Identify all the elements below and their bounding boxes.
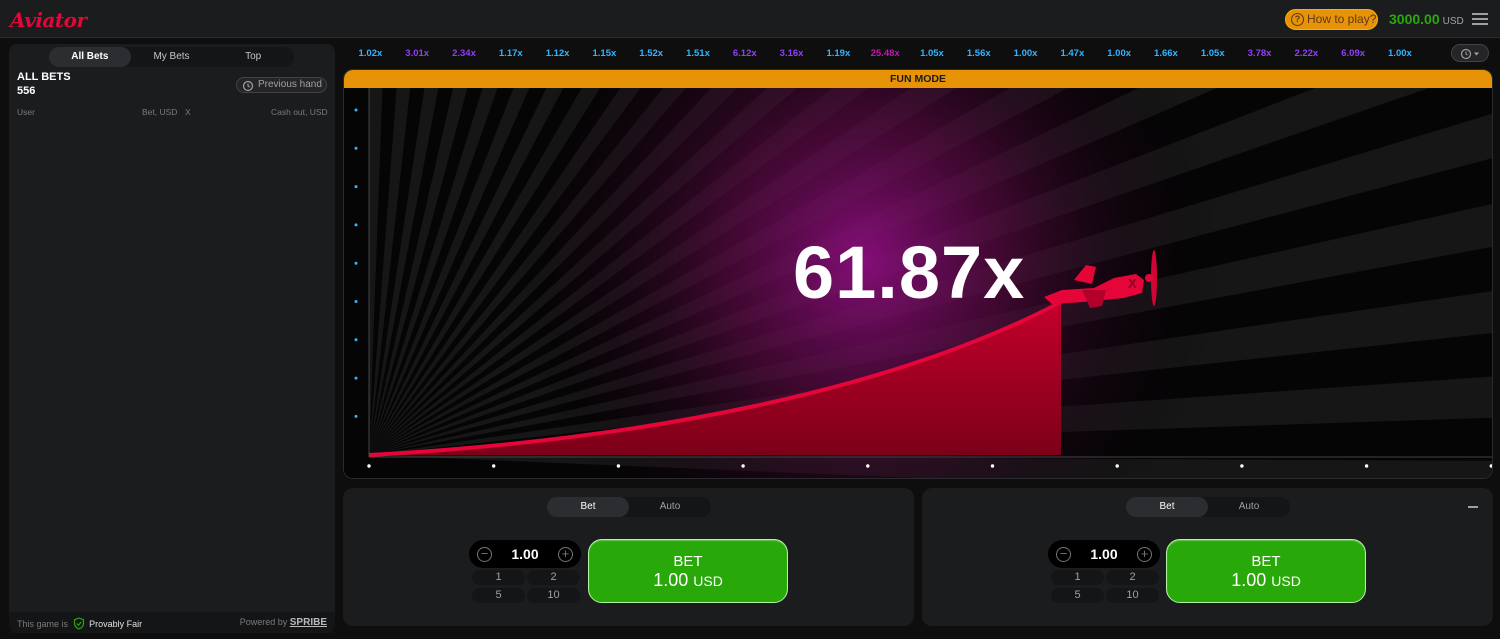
how-to-play-label: How to play? xyxy=(1307,12,1377,26)
bet-button-currency: USD xyxy=(693,573,723,589)
history-item: 1.12x xyxy=(545,48,570,59)
tab-all-bets[interactable]: All Bets xyxy=(49,47,131,67)
history-item: 1.51x xyxy=(686,48,710,59)
bet-button-label: BET xyxy=(673,553,703,570)
bet-button-currency: USD xyxy=(1271,573,1301,589)
history-item: 1.02x xyxy=(358,48,383,59)
panel-footer: This game is Provably Fair Powered by SP… xyxy=(9,612,335,633)
history-item: 1.19x xyxy=(826,48,851,59)
how-to-play-button[interactable]: ? How to play? xyxy=(1285,9,1378,30)
remove-panel-icon[interactable] xyxy=(1468,506,1478,508)
history-item: 1.52x xyxy=(639,48,664,59)
history-item: 2.34x xyxy=(452,48,476,59)
current-multiplier: 61.87x xyxy=(793,231,1026,314)
tab-my-bets[interactable]: My Bets xyxy=(131,47,213,67)
history-item: 3.78x xyxy=(1247,48,1272,59)
history-item: 1.00x xyxy=(1013,48,1038,59)
tab-auto[interactable]: Auto xyxy=(1208,497,1290,517)
previous-hand-label: Previous hand xyxy=(258,79,322,90)
bet-panel-2: Bet Auto − 1.00 + 1 2 5 10 BET 1.00 USD xyxy=(922,488,1493,626)
history-item: 1.15x xyxy=(592,48,617,59)
multiplier-history: 1.02x 3.01x 2.34x 1.17x 1.12x 1.15x 1.52x 1.51x… xyxy=(347,43,1445,61)
tab-bet[interactable]: Bet xyxy=(547,497,629,517)
plus-icon[interactable]: + xyxy=(558,547,573,562)
previous-hand-button[interactable]: Previous hand xyxy=(236,77,327,93)
column-bet: Bet, USD xyxy=(142,107,178,117)
balance-currency: USD xyxy=(1442,16,1464,27)
svg-text:X: X xyxy=(1128,276,1137,291)
bet-amount-stepper: − 1.00 + xyxy=(469,540,581,568)
column-cashout: Cash out, USD xyxy=(271,107,328,117)
history-item: 6.12x xyxy=(732,48,757,59)
hamburger-menu-icon[interactable] xyxy=(1472,10,1488,28)
all-bets-title: ALL BETS xyxy=(17,71,71,83)
plus-icon[interactable]: + xyxy=(1137,547,1152,562)
history-dropdown-button[interactable] xyxy=(1451,44,1489,62)
history-clock-icon xyxy=(1460,48,1479,60)
bet-button[interactable]: BET 1.00 USD xyxy=(588,539,788,603)
fun-mode-banner: FUN MODE xyxy=(344,70,1492,88)
game-canvas: FUN MODE X 61.87x xyxy=(343,69,1493,479)
quick-bet-10[interactable]: 10 xyxy=(527,588,580,603)
quick-bet-1[interactable]: 1 xyxy=(472,570,525,585)
history-item: 1.56x xyxy=(966,48,991,59)
history-item: 2.22x xyxy=(1294,48,1319,59)
shield-check-icon xyxy=(73,617,84,630)
balance-amount: 3000.00 xyxy=(1389,11,1440,27)
quick-bet-10[interactable]: 10 xyxy=(1106,588,1159,603)
provably-fair[interactable]: This game is Provably Fair xyxy=(17,617,142,630)
history-item: 3.01x xyxy=(405,48,430,59)
balance: 3000.00 USD xyxy=(1389,11,1464,27)
column-user: User xyxy=(17,107,35,117)
history-item: 25.48x xyxy=(870,48,900,59)
bet-button[interactable]: BET 1.00 USD xyxy=(1166,539,1366,603)
provably-fair-label: Provably Fair xyxy=(89,619,143,629)
history-item: 1.66x xyxy=(1154,48,1178,59)
history-item: 3.16x xyxy=(779,48,804,59)
bet-button-amount: 1.00 xyxy=(653,570,689,590)
bet-amount-stepper: − 1.00 + xyxy=(1048,540,1160,568)
history-item: 1.00x xyxy=(1388,48,1412,59)
quick-bet-2[interactable]: 2 xyxy=(1106,570,1159,585)
bets-panel: All Bets My Bets Top ALL BETS 556 Previo… xyxy=(9,44,335,633)
history-item: 6.09x xyxy=(1341,48,1366,59)
bet-button-amount: 1.00 xyxy=(1231,570,1267,590)
all-bets-count: 556 xyxy=(17,85,36,97)
column-x: X xyxy=(185,107,191,117)
quick-bet-1[interactable]: 1 xyxy=(1051,570,1104,585)
bet-mode-tabs: Bet Auto xyxy=(547,497,711,517)
quick-bet-5[interactable]: 5 xyxy=(472,588,525,603)
aviator-logo[interactable]: Aviator xyxy=(10,8,87,32)
quick-bet-2[interactable]: 2 xyxy=(527,570,580,585)
powered-by-label: Powered by xyxy=(239,617,288,627)
question-icon: ? xyxy=(1291,13,1304,26)
history-item: 1.05x xyxy=(920,48,944,59)
tab-bet[interactable]: Bet xyxy=(1126,497,1208,517)
history-item: 1.47x xyxy=(1060,48,1085,59)
tab-top[interactable]: Top xyxy=(212,47,294,67)
bet-button-label: BET xyxy=(1251,553,1281,570)
history-icon xyxy=(242,80,254,92)
top-bar: Aviator ? How to play? 3000.00 USD xyxy=(0,0,1500,38)
bet-panel-1: Bet Auto − 1.00 + 1 2 5 10 BET 1.00 USD xyxy=(343,488,914,626)
history-item: 1.05x xyxy=(1200,48,1225,59)
quick-bet-5[interactable]: 5 xyxy=(1051,588,1104,603)
history-item: 1.17x xyxy=(498,48,523,59)
this-game-is-label: This game is xyxy=(17,619,69,629)
bets-tabs: All Bets My Bets Top xyxy=(49,47,294,67)
bet-mode-tabs: Bet Auto xyxy=(1126,497,1290,517)
spribe-logo[interactable]: SPRIBE xyxy=(290,617,327,628)
history-item: 1.00x xyxy=(1107,48,1132,59)
tab-auto[interactable]: Auto xyxy=(629,497,711,517)
powered-by: Powered by SPRIBE xyxy=(240,617,327,628)
